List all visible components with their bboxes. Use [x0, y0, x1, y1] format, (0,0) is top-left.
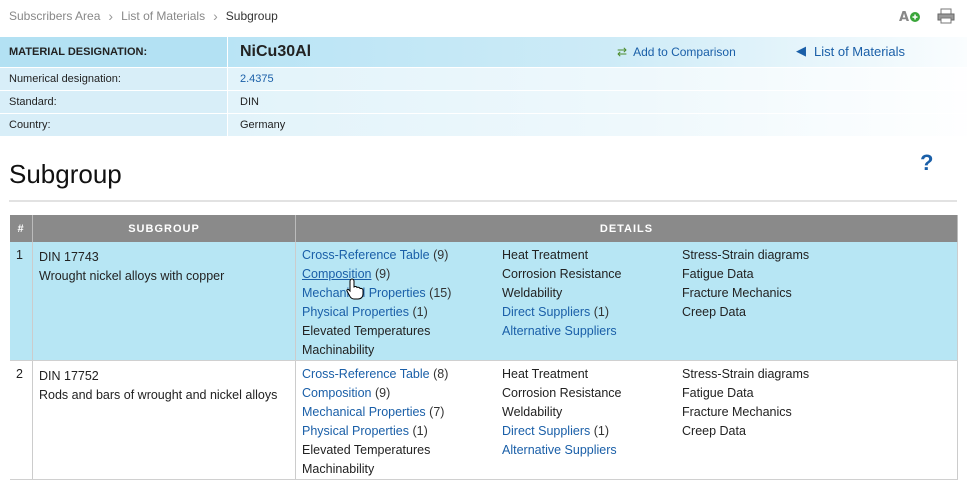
back-triangle-icon: ◀ [796, 43, 806, 58]
item-count: (7) [429, 405, 445, 419]
alternative-suppliers-link[interactable]: Alternative Suppliers [502, 443, 617, 457]
divider [9, 200, 957, 202]
standard-label: Standard: [0, 91, 228, 114]
direct-suppliers-link[interactable]: Direct Suppliers [502, 424, 590, 438]
add-font-icon[interactable]: A [899, 7, 921, 25]
chevron-right-icon: › [213, 8, 218, 24]
stress-strain-diagrams-label: Stress-Strain diagrams [682, 248, 810, 262]
header-subgroup: SUBGROUP [32, 215, 296, 242]
standard-value: DIN [228, 91, 967, 114]
country-value: Germany [228, 114, 967, 137]
physical-properties-link[interactable]: Physical Properties [302, 424, 409, 438]
row-number: 1 [10, 242, 33, 361]
subgroup-name: Rods and bars of wrought and nickel allo… [39, 388, 278, 402]
item-count: (1) [412, 424, 428, 438]
numerical-designation-label: Numerical designation: [0, 68, 228, 91]
fatigue-data-label: Fatigue Data [682, 386, 754, 400]
alternative-suppliers-link[interactable]: Alternative Suppliers [502, 324, 617, 338]
list-of-materials-link[interactable]: ◀ List of Materials [796, 43, 905, 59]
item-count: (1) [412, 305, 428, 319]
country-label: Country: [0, 114, 228, 137]
page-title: Subgroup [9, 159, 122, 189]
help-icon[interactable]: ? [920, 150, 933, 176]
table-row: 2 DIN 17752 Rods and bars of wrought and n… [10, 360, 958, 480]
breadcrumb-current: Subgroup [225, 9, 278, 23]
mechanical-properties-link[interactable]: Mechanical Properties [302, 405, 426, 419]
subgroup-name: Wrought nickel alloys with copper [39, 269, 225, 283]
weldability-label: Weldability [502, 405, 563, 419]
fracture-mechanics-label: Fracture Mechanics [682, 286, 792, 300]
subgroup-code: DIN 17743 [39, 250, 99, 264]
heat-treatment-label: Heat Treatment [502, 367, 589, 381]
item-count: (1) [593, 424, 609, 438]
creep-data-label: Creep Data [682, 305, 746, 319]
header-details: DETAILS [295, 215, 958, 242]
add-to-comparison-link[interactable]: ⇄ Add to Comparison [617, 45, 736, 59]
creep-data-label: Creep Data [682, 424, 746, 438]
row-number: 2 [10, 360, 33, 480]
breadcrumb: Subscribers Area › List of Materials › S… [9, 9, 278, 23]
heat-treatment-label: Heat Treatment [502, 248, 589, 262]
item-count: (8) [433, 367, 449, 381]
chevron-right-icon: › [108, 8, 114, 24]
add-to-comparison-label: Add to Comparison [633, 45, 736, 59]
print-icon[interactable] [935, 7, 957, 25]
designation-label: MATERIAL DESIGNATION: [0, 37, 228, 68]
elevated-temperatures-label: Elevated Temperatures [302, 443, 431, 457]
subgroup-table: # SUBGROUP DETAILS 1 DIN 17743 Wrought nic… [10, 215, 958, 480]
top-toolbar: A [899, 7, 957, 25]
numerical-designation-link[interactable]: 2.4375 [240, 73, 274, 85]
list-of-materials-label: List of Materials [814, 43, 906, 59]
item-count: (15) [429, 286, 452, 300]
header-number: # [10, 215, 33, 242]
standard-row: Standard: DIN [0, 91, 967, 114]
composition-link[interactable]: Composition [302, 386, 371, 400]
elevated-temperatures-label: Elevated Temperatures [302, 324, 431, 338]
machinability-label: Machinability [302, 343, 375, 357]
stress-strain-diagrams-label: Stress-Strain diagrams [682, 367, 810, 381]
designation-value: NiCu30Al [240, 43, 312, 60]
table-row: 1 DIN 17743 Wrought nickel alloys with cop… [10, 242, 958, 361]
breadcrumb-subscribers-area[interactable]: Subscribers Area [9, 9, 100, 23]
fatigue-data-label: Fatigue Data [682, 267, 754, 281]
item-count: (9) [374, 267, 391, 281]
compare-arrows-icon: ⇄ [617, 45, 628, 59]
breadcrumb-list-of-materials[interactable]: List of Materials [121, 9, 205, 23]
corrosion-resistance-label: Corrosion Resistance [502, 386, 622, 400]
item-count: (1) [593, 305, 609, 319]
corrosion-resistance-label: Corrosion Resistance [502, 267, 622, 281]
numerical-designation-row: Numerical designation: 2.4375 [0, 68, 967, 91]
machinability-label: Machinability [302, 462, 375, 476]
fracture-mechanics-label: Fracture Mechanics [682, 405, 792, 419]
item-count: (9) [433, 248, 449, 262]
cross-reference-table-link[interactable]: Cross-Reference Table [302, 248, 430, 262]
direct-suppliers-link[interactable]: Direct Suppliers [502, 305, 590, 319]
hand-cursor-icon [346, 278, 364, 300]
physical-properties-link[interactable]: Physical Properties [302, 305, 409, 319]
svg-text:A: A [899, 10, 909, 24]
subgroup-code: DIN 17752 [39, 369, 99, 383]
weldability-label: Weldability [502, 286, 563, 300]
cross-reference-table-link[interactable]: Cross-Reference Table [302, 367, 430, 381]
item-count: (9) [374, 386, 391, 400]
material-info: MATERIAL DESIGNATION: NiCu30Al ⇄ Add to … [0, 37, 967, 137]
designation-row: MATERIAL DESIGNATION: NiCu30Al ⇄ Add to … [0, 37, 967, 68]
country-row: Country: Germany [0, 114, 967, 137]
